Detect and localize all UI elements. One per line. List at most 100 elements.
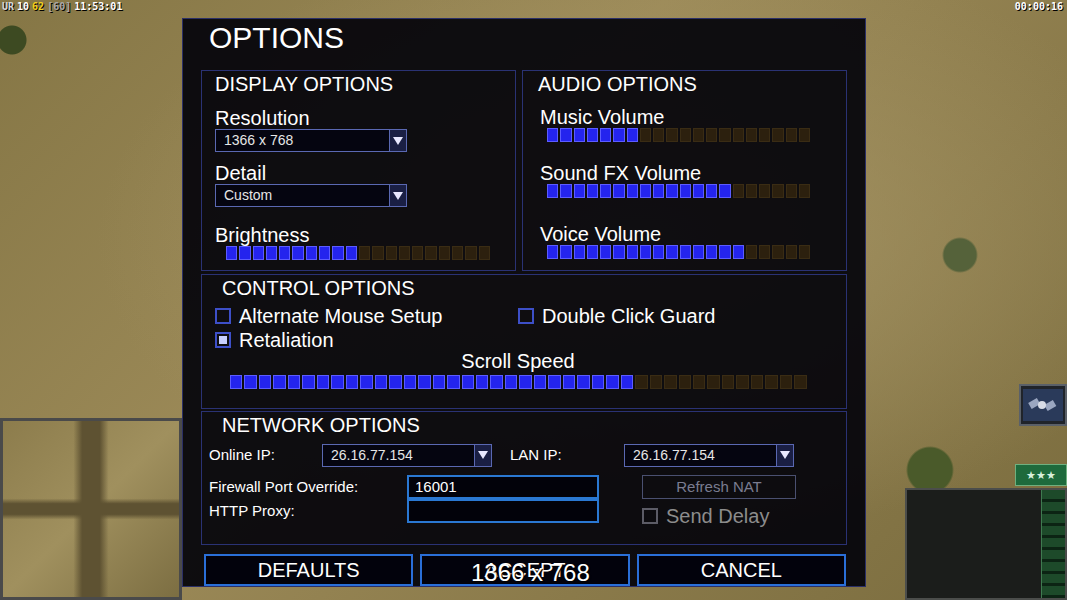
checkbox[interactable] (642, 508, 658, 524)
field-label: HTTP Proxy: (209, 502, 407, 520)
satellite-button[interactable] (1019, 384, 1067, 426)
slider-segment (640, 128, 651, 142)
rank-button[interactable]: ★★★ (1015, 464, 1067, 486)
slider-segment (693, 245, 704, 259)
slider-segment (244, 375, 256, 389)
slider-segment (563, 375, 575, 389)
slider-segment (722, 375, 734, 389)
dropdown-arrow[interactable] (776, 445, 793, 466)
ip-row: Online IP:26.16.77.154LAN IP:26.16.77.15… (202, 444, 846, 467)
slider-segment (331, 375, 343, 389)
slider-segment (534, 375, 546, 389)
dropdown[interactable]: 1366 x 768 (215, 129, 407, 152)
slider-segment (319, 246, 330, 260)
power-strip (1041, 490, 1065, 598)
checkbox[interactable] (215, 332, 231, 348)
hud-stat: [60] (47, 0, 71, 13)
panel-header: NETWORK OPTIONS (202, 412, 846, 438)
http-proxy-input[interactable] (407, 499, 599, 523)
slider-segment (292, 246, 303, 260)
slider-segment (359, 246, 370, 260)
slider[interactable] (547, 245, 810, 259)
slider-segment (547, 245, 558, 259)
slider-segment (253, 246, 264, 260)
slider-segment (547, 128, 558, 142)
send-delay-checkbox-row[interactable]: Send Delay (642, 505, 812, 527)
dropdown[interactable]: Custom (215, 184, 407, 207)
slider-segment (693, 128, 704, 142)
dropdown-arrow[interactable] (474, 445, 491, 466)
slider-segment (794, 375, 806, 389)
command-panel (905, 488, 1067, 600)
hud-stat: UR (2, 0, 14, 13)
slider-segment (519, 375, 531, 389)
slider-segment (412, 246, 423, 260)
checkbox-row[interactable]: Retaliation (215, 328, 518, 352)
dialog-title: OPTIONS (201, 19, 847, 70)
slider-segment (640, 184, 651, 198)
dropdown-arrow-icon (780, 451, 790, 459)
slider[interactable] (230, 375, 807, 389)
slider-segment (736, 375, 748, 389)
dialog-button[interactable]: DEFAULTS (204, 554, 413, 586)
slider-segment (719, 184, 730, 198)
dropdown[interactable]: 26.16.77.154 (322, 444, 492, 467)
slider[interactable] (547, 184, 810, 198)
slider-segment (650, 375, 662, 389)
brightness-group: Brightness (202, 224, 515, 260)
slider-segment (613, 184, 624, 198)
slider-segment (627, 245, 638, 259)
slider-segment (346, 375, 358, 389)
slider-segment (306, 246, 317, 260)
minimap[interactable] (0, 418, 182, 600)
slider-segment (786, 128, 797, 142)
slider-segment (680, 128, 691, 142)
field-label: Online IP: (209, 446, 322, 464)
slider-segment (346, 246, 357, 260)
checkbox-row[interactable]: Double Click Guard (518, 304, 846, 328)
slider-segment (653, 245, 664, 259)
slider-segment (577, 375, 589, 389)
slider-segment (433, 375, 445, 389)
slider-segment (574, 128, 585, 142)
checkbox[interactable] (518, 308, 534, 324)
checkbox-grid: Alternate Mouse Setup Double Click Guard R… (202, 304, 846, 352)
slider-segment (259, 375, 271, 389)
slider-segment (799, 245, 810, 259)
slider-segment (765, 375, 777, 389)
slider-segment (230, 375, 242, 389)
field-label: Voice Volume (540, 223, 846, 245)
dropdown-arrow-icon (393, 137, 403, 145)
slider-segment (799, 128, 810, 142)
hud-stat: 10 (17, 0, 29, 13)
slider-segment (606, 375, 618, 389)
panel-header: AUDIO OPTIONS (523, 71, 846, 97)
firewall-port-input[interactable]: 16001 (407, 475, 599, 499)
slider[interactable] (547, 128, 810, 142)
checkbox-row[interactable]: Alternate Mouse Setup (215, 304, 518, 328)
slider-segment (719, 128, 730, 142)
field-label: Resolution (215, 107, 515, 129)
slider-segment (613, 245, 624, 259)
checkbox-label: Double Click Guard (542, 305, 715, 327)
slider-segment (786, 245, 797, 259)
dropdown-value: 26.16.77.154 (625, 445, 776, 466)
field-label: Detail (215, 162, 515, 184)
dropdown-arrow[interactable] (389, 185, 406, 206)
slider-segment (587, 184, 598, 198)
dropdown-value: 26.16.77.154 (323, 445, 474, 466)
slider-segment (600, 128, 611, 142)
refresh-nat-button[interactable]: Refresh NAT (642, 475, 796, 499)
hud-stat: 11:53:01 (74, 0, 122, 13)
dropdown-arrow[interactable] (389, 130, 406, 151)
dropdown[interactable]: 26.16.77.154 (624, 444, 794, 467)
slider-segment (587, 128, 598, 142)
slider[interactable] (226, 246, 490, 260)
audio-options-panel: AUDIO OPTIONSMusic VolumeSound FX Volume… (522, 70, 847, 271)
game-timer: 00:00:16 (1015, 0, 1063, 13)
slider-segment (679, 375, 691, 389)
dialog-button[interactable]: CANCEL (637, 554, 846, 586)
slider-segment (317, 375, 329, 389)
checkbox-label: Send Delay (666, 505, 769, 527)
checkbox[interactable] (215, 308, 231, 324)
